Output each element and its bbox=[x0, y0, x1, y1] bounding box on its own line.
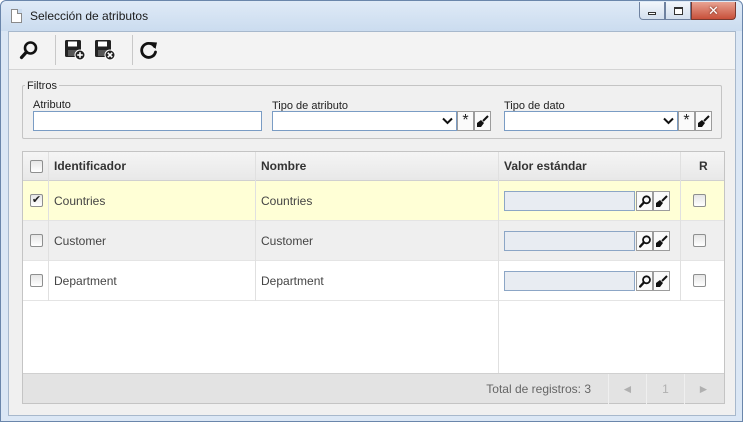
grid-header: Identificador Nombre Valor estándar R bbox=[23, 152, 724, 181]
next-page-button[interactable]: ► bbox=[684, 374, 722, 404]
default-value-search-button[interactable] bbox=[636, 271, 653, 291]
previous-page-button[interactable]: ◄ bbox=[608, 374, 646, 404]
name-cell: Countries bbox=[261, 194, 313, 208]
row-checkbox[interactable]: ✔ bbox=[30, 194, 43, 207]
brush-icon bbox=[477, 114, 489, 127]
attribute-type-any-button[interactable]: * bbox=[457, 111, 474, 131]
attributes-grid: Identificador Nombre Valor estándar R ✔ … bbox=[22, 151, 725, 404]
default-value-input[interactable] bbox=[504, 231, 635, 251]
table-row[interactable]: Customer Customer bbox=[23, 221, 724, 261]
save-close-icon bbox=[95, 40, 116, 61]
data-type-select[interactable] bbox=[504, 111, 678, 131]
asterisk-icon: * bbox=[683, 112, 690, 129]
data-type-any-button[interactable]: * bbox=[678, 111, 695, 131]
search-button[interactable] bbox=[15, 36, 43, 64]
minimize-button[interactable] bbox=[639, 2, 665, 20]
column-divider bbox=[680, 152, 681, 301]
refresh-icon bbox=[140, 42, 157, 59]
total-records: Total de registros: 3 bbox=[486, 382, 591, 396]
required-checkbox[interactable] bbox=[693, 194, 706, 207]
window-controls: ✕ bbox=[639, 2, 736, 21]
page-number: 1 bbox=[646, 374, 684, 404]
minimize-icon bbox=[648, 11, 656, 15]
default-value-input[interactable] bbox=[504, 191, 635, 211]
brush-icon bbox=[656, 234, 668, 247]
column-header-identifier[interactable]: Identificador bbox=[54, 152, 126, 181]
identifier-cell: Department bbox=[54, 274, 117, 288]
chevron-down-icon[interactable] bbox=[660, 112, 677, 130]
select-all-checkbox[interactable] bbox=[30, 160, 43, 173]
filters-panel: Filtros Atributo Tipo de atributo * Tipo… bbox=[22, 80, 722, 139]
save-new-icon bbox=[65, 40, 86, 61]
brush-icon bbox=[698, 114, 710, 127]
column-divider bbox=[255, 152, 256, 301]
search-icon bbox=[19, 41, 38, 60]
window-content: Filtros Atributo Tipo de atributo * Tipo… bbox=[8, 31, 736, 416]
window-title: Selección de atributos bbox=[30, 9, 149, 23]
search-icon bbox=[638, 194, 651, 208]
close-button[interactable]: ✕ bbox=[691, 2, 736, 20]
data-type-clear-button[interactable] bbox=[695, 111, 712, 131]
default-value-input[interactable] bbox=[504, 271, 635, 291]
default-value-clear-button[interactable] bbox=[653, 271, 670, 291]
attribute-selection-window: Selección de atributos ✕ Filtros Atribut… bbox=[0, 0, 743, 422]
title-bar[interactable]: Selección de atributos ✕ bbox=[1, 1, 742, 31]
toolbar-separator bbox=[132, 35, 133, 65]
attribute-label: Atributo bbox=[33, 99, 71, 111]
table-row[interactable]: ✔ Countries Countries bbox=[23, 181, 724, 221]
row-checkbox[interactable] bbox=[30, 234, 43, 247]
maximize-icon bbox=[673, 6, 683, 15]
brush-icon bbox=[656, 194, 668, 207]
default-value-clear-button[interactable] bbox=[653, 231, 670, 251]
filters-legend: Filtros bbox=[25, 80, 59, 92]
name-cell: Department bbox=[261, 274, 324, 288]
search-icon bbox=[638, 274, 651, 288]
column-divider bbox=[498, 152, 499, 403]
search-icon bbox=[638, 234, 651, 248]
identifier-cell: Countries bbox=[54, 194, 106, 208]
identifier-cell: Customer bbox=[54, 234, 107, 248]
maximize-button[interactable] bbox=[665, 2, 691, 20]
attribute-input[interactable] bbox=[33, 111, 262, 131]
toolbar bbox=[9, 32, 735, 70]
column-header-name[interactable]: Nombre bbox=[261, 152, 306, 181]
column-divider bbox=[48, 152, 49, 301]
brush-icon bbox=[656, 274, 668, 287]
save-new-button[interactable] bbox=[61, 36, 89, 64]
close-icon: ✕ bbox=[708, 3, 719, 18]
attribute-type-clear-button[interactable] bbox=[474, 111, 491, 131]
save-close-button[interactable] bbox=[91, 36, 119, 64]
grid-footer: Total de registros: 3 ◄ 1 ► bbox=[23, 373, 724, 404]
chevron-down-icon[interactable] bbox=[439, 112, 456, 130]
required-checkbox[interactable] bbox=[693, 234, 706, 247]
document-icon bbox=[11, 9, 22, 23]
default-value-search-button[interactable] bbox=[636, 191, 653, 211]
refresh-button[interactable] bbox=[135, 36, 163, 64]
column-header-default-value[interactable]: Valor estándar bbox=[504, 152, 587, 181]
default-value-search-button[interactable] bbox=[636, 231, 653, 251]
default-value-clear-button[interactable] bbox=[653, 191, 670, 211]
table-row[interactable]: Department Department bbox=[23, 261, 724, 301]
required-checkbox[interactable] bbox=[693, 274, 706, 287]
toolbar-separator bbox=[55, 35, 56, 65]
attribute-type-select[interactable] bbox=[272, 111, 457, 131]
row-checkbox[interactable] bbox=[30, 274, 43, 287]
asterisk-icon: * bbox=[462, 112, 469, 129]
column-header-required[interactable]: R bbox=[699, 152, 708, 181]
name-cell: Customer bbox=[261, 234, 314, 248]
